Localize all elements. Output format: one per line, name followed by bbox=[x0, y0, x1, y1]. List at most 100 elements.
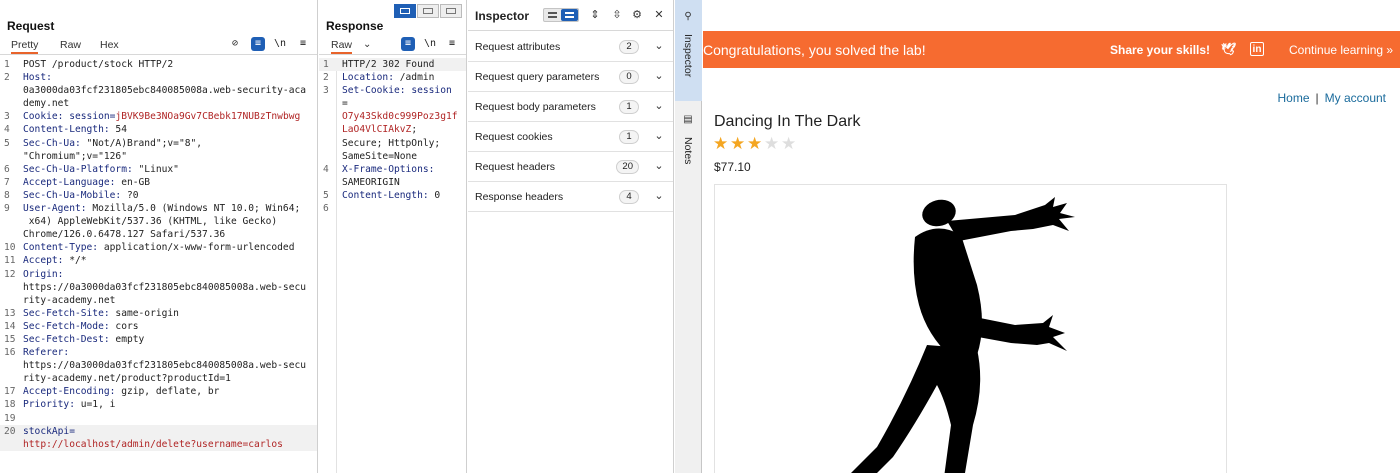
newline-icon[interactable]: \n bbox=[273, 37, 287, 51]
code-line[interactable]: 10 Content-Type: application/x-www-form-u… bbox=[0, 241, 317, 254]
header-name: Host: bbox=[23, 72, 52, 84]
code-line[interactable]: 19 bbox=[0, 412, 317, 425]
line-number: 8 bbox=[4, 189, 10, 201]
line-number: 20 bbox=[4, 425, 16, 437]
wrap-icon[interactable]: ≡ bbox=[251, 37, 265, 51]
dancer-silhouette-image bbox=[851, 197, 1075, 473]
tab-pretty[interactable]: Pretty bbox=[11, 39, 39, 54]
browser-view: Congratulations, you solved the lab! Sha… bbox=[703, 0, 1400, 473]
solved-banner: Congratulations, you solved the lab! Sha… bbox=[703, 31, 1400, 68]
code-line[interactable]: 11 Accept: */* bbox=[0, 254, 317, 267]
tab-hex[interactable]: Hex bbox=[100, 39, 119, 51]
code-line[interactable]: 6 Sec-Ch-Ua-Platform: "Linux" bbox=[0, 163, 317, 176]
inspector-section[interactable]: Request cookies 1 ⌄ bbox=[468, 122, 673, 152]
chevron-down-icon[interactable]: ⌄ bbox=[653, 130, 665, 142]
menu-icon[interactable]: ≡ bbox=[445, 37, 459, 51]
code-line[interactable]: 4 Content-Length: 54 bbox=[0, 123, 317, 136]
chevron-down-icon[interactable]: ⌄ bbox=[363, 39, 371, 50]
code-line[interactable]: 15 Sec-Fetch-Dest: empty bbox=[0, 333, 317, 346]
code-line[interactable]: 3 Set-Cookie: session = O7y43Skd0c999Poz3… bbox=[319, 84, 466, 163]
linkedin-icon[interactable]: in bbox=[1250, 42, 1264, 56]
inspector-section[interactable]: Request attributes 2 ⌄ bbox=[468, 32, 673, 62]
chevron-down-icon[interactable]: ⌄ bbox=[653, 70, 665, 82]
chevron-down-icon[interactable]: ⌄ bbox=[653, 160, 665, 172]
header-value: en-GB bbox=[115, 176, 151, 188]
line-number: 12 bbox=[4, 268, 16, 280]
split-horizontal-icon[interactable] bbox=[394, 4, 416, 18]
header-name: Sec-Fetch-Mode: bbox=[23, 320, 110, 332]
header-value: O7y43Skd0c999Poz3g1fLaO4VlCIAkvZ bbox=[342, 111, 458, 136]
line-number: 3 bbox=[4, 111, 10, 123]
code-line[interactable]: 5 Content-Length: 0 bbox=[319, 189, 466, 202]
section-count-badge: 2 bbox=[619, 40, 639, 54]
inspector-section[interactable]: Request headers 20 ⌄ bbox=[468, 152, 673, 182]
star-empty-icon: ★ bbox=[781, 134, 797, 153]
header-value: HTTP/2 302 Found bbox=[342, 59, 435, 70]
code-line[interactable]: 14 Sec-Fetch-Mode: cors bbox=[0, 320, 317, 333]
continue-learning-link[interactable]: Continue learning » bbox=[1289, 43, 1393, 57]
inspector-section[interactable]: Request query parameters 0 ⌄ bbox=[468, 62, 673, 92]
header-value: = bbox=[342, 98, 348, 110]
collapse-all-icon[interactable]: ⇳ bbox=[610, 8, 624, 22]
close-icon[interactable]: ✕ bbox=[652, 8, 666, 22]
code-line[interactable]: 16 Referer: https://0a3000da03fcf231805eb… bbox=[0, 346, 317, 385]
list-icon[interactable] bbox=[544, 9, 561, 21]
header-name: Origin: bbox=[23, 268, 64, 280]
header-value: SAMEORIGIN bbox=[342, 176, 400, 188]
code-line[interactable]: 3 Cookie: session=jBVK9Be3NOa9Gv7CBebk17N… bbox=[0, 110, 317, 123]
inspector-layout-toggle[interactable] bbox=[543, 8, 579, 22]
my-account-link[interactable]: My account bbox=[1325, 91, 1386, 105]
code-line[interactable]: 17 Accept-Encoding: gzip, deflate, br bbox=[0, 385, 317, 398]
newline-icon[interactable]: \n bbox=[423, 37, 437, 51]
inspector-section[interactable]: Response headers 4 ⌄ bbox=[468, 182, 673, 212]
eye-off-icon[interactable]: ⊘ bbox=[228, 37, 242, 51]
request-editor[interactable]: 1 POST /product/stock HTTP/2 2 Host: 0a3000… bbox=[0, 58, 317, 451]
line-number: 15 bbox=[4, 333, 16, 345]
code-line[interactable]: 18 Priority: u=1, i bbox=[0, 398, 317, 411]
code-line[interactable]: 7 Accept-Language: en-GB bbox=[0, 176, 317, 189]
home-link[interactable]: Home bbox=[1278, 91, 1310, 105]
tab-raw[interactable]: Raw bbox=[60, 39, 81, 51]
tab-raw[interactable]: Raw bbox=[331, 39, 353, 54]
code-line[interactable]: 4 X-Frame-Options: SAMEORIGIN bbox=[319, 163, 466, 189]
star-empty-icon: ★ bbox=[764, 134, 780, 153]
side-tab-inspector[interactable]: ⚲ Inspector bbox=[675, 0, 702, 101]
line-number: 10 bbox=[4, 242, 16, 254]
header-name: Content-Type: bbox=[23, 242, 99, 254]
inspector-icon: ⚲ bbox=[684, 11, 692, 22]
chevron-down-icon[interactable]: ⌄ bbox=[653, 190, 665, 202]
code-line[interactable]: 20 stockApi= http://localhost/admin/delet… bbox=[0, 424, 317, 451]
line-number: 6 bbox=[323, 203, 329, 215]
tabbed-icon[interactable] bbox=[440, 4, 462, 18]
line-number: 6 bbox=[4, 163, 10, 175]
side-tab-label: Notes bbox=[682, 137, 694, 165]
code-line[interactable]: 6 bbox=[319, 202, 466, 215]
chevron-down-icon[interactable]: ⌄ bbox=[653, 40, 665, 52]
header-name: stockApi= bbox=[23, 425, 75, 437]
code-line[interactable]: 8 Sec-Ch-Ua-Mobile: ?0 bbox=[0, 189, 317, 202]
code-line[interactable]: 12 Origin: https://0a3000da03fcf231805ebc… bbox=[0, 268, 317, 307]
line-number: 14 bbox=[4, 320, 16, 332]
code-line[interactable]: 9 User-Agent: Mozilla/5.0 (Windows NT 10.… bbox=[0, 202, 317, 241]
code-line[interactable]: 2 Location: /admin bbox=[319, 71, 466, 84]
split-vertical-icon[interactable] bbox=[417, 4, 439, 18]
code-line[interactable]: 2 Host: 0a3000da03fcf231805ebc840085008a.… bbox=[0, 71, 317, 110]
code-line[interactable]: 1 POST /product/stock HTTP/2 bbox=[0, 58, 317, 71]
layout-toggle bbox=[394, 4, 466, 18]
expand-all-icon[interactable]: ⇕ bbox=[588, 8, 602, 22]
response-editor[interactable]: 1 HTTP/2 302 Found 2 Location: /admin 3 Set-C… bbox=[319, 58, 466, 215]
code-line[interactable]: 5 Sec-Ch-Ua: "Not/A)Brand";v="8", "Chromi… bbox=[0, 137, 317, 163]
star-filled-icon: ★ bbox=[747, 134, 763, 153]
chevron-down-icon[interactable]: ⌄ bbox=[653, 100, 665, 112]
inspector-section[interactable]: Request body parameters 1 ⌄ bbox=[468, 92, 673, 122]
code-line[interactable]: 1 HTTP/2 302 Found bbox=[319, 58, 466, 72]
code-line[interactable]: 13 Sec-Fetch-Site: same-origin bbox=[0, 307, 317, 320]
panel-icon[interactable] bbox=[561, 9, 578, 21]
top-nav: Home | My account bbox=[1278, 91, 1387, 105]
star-filled-icon: ★ bbox=[730, 134, 746, 153]
menu-icon[interactable]: ≡ bbox=[296, 37, 310, 51]
gear-icon[interactable]: ⚙ bbox=[630, 8, 644, 22]
twitter-icon[interactable]: 🕊 bbox=[1221, 42, 1236, 56]
wrap-icon[interactable]: ≡ bbox=[401, 37, 415, 51]
side-tab-notes[interactable]: ▤ Notes bbox=[675, 101, 702, 181]
